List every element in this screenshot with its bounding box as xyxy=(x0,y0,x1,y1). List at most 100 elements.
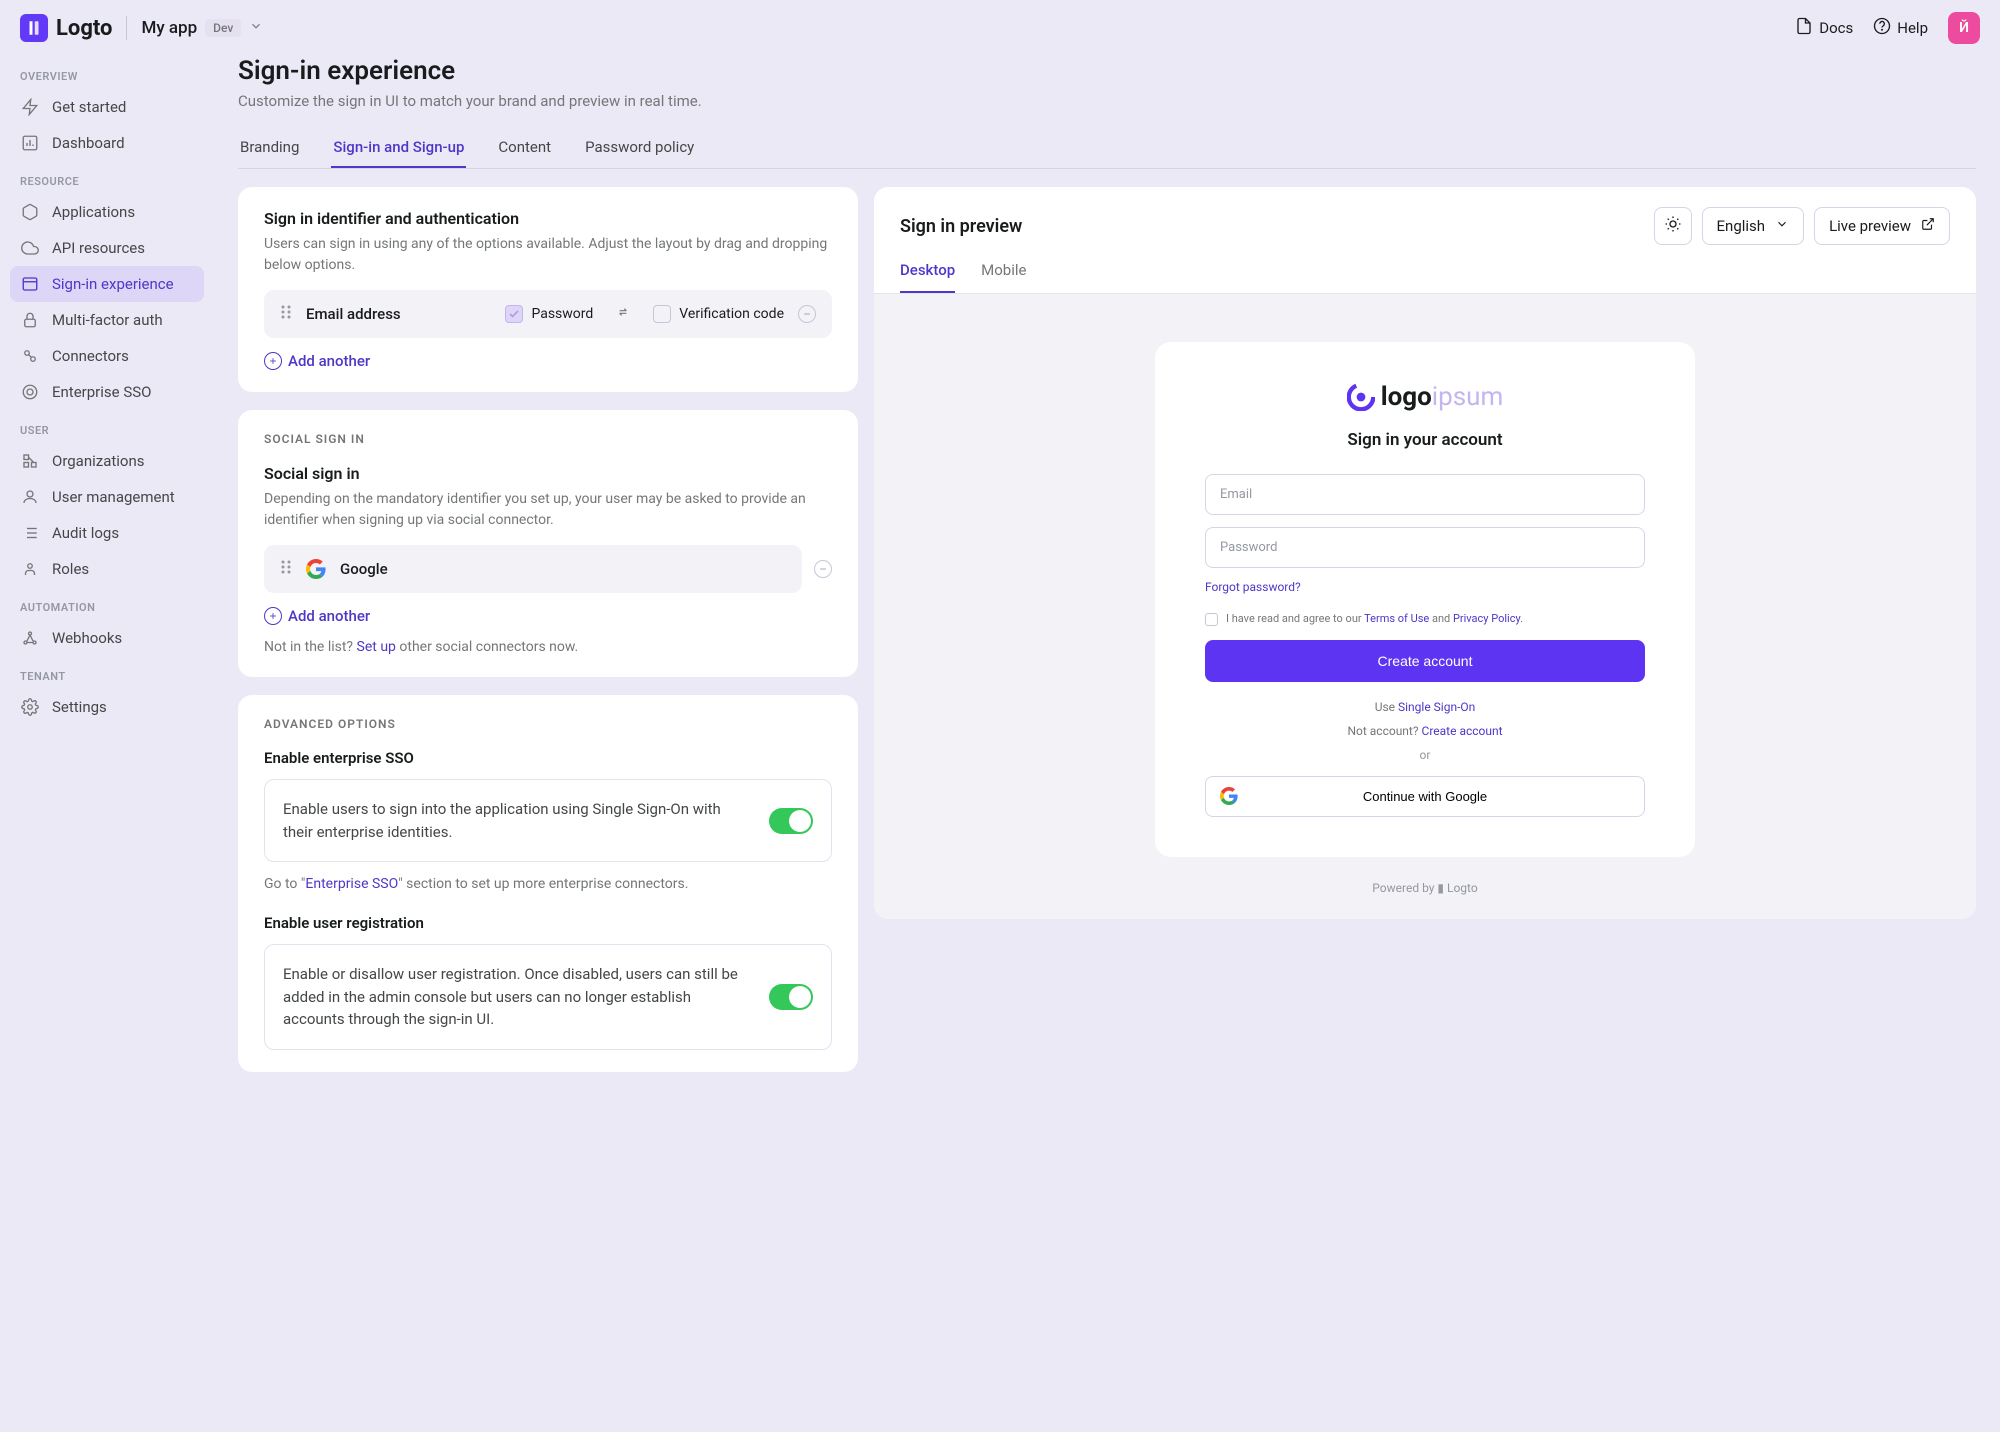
sidebar-item-label: Connectors xyxy=(52,347,129,365)
page-tabs: Branding Sign-in and Sign-up Content Pas… xyxy=(238,128,1976,169)
sidebar-item-label: Applications xyxy=(52,203,135,221)
preview-logo-icon xyxy=(1347,383,1375,411)
or-divider: or xyxy=(1205,748,1645,762)
no-account-text: Not account? Create account xyxy=(1205,724,1645,738)
live-preview-label: Live preview xyxy=(1829,217,1911,235)
drag-handle-icon[interactable] xyxy=(280,559,292,579)
registration-description: Enable or disallow user registration. On… xyxy=(283,963,751,1031)
preview-forgot-link[interactable]: Forgot password? xyxy=(1205,580,1645,594)
sidebar-section-resource: RESOURCE xyxy=(10,161,204,194)
sidebar-item-label: Settings xyxy=(52,698,107,716)
avatar[interactable]: Й xyxy=(1948,12,1980,44)
add-another-social[interactable]: Add another xyxy=(264,607,832,625)
use-sso-text: Use Single Sign-On xyxy=(1205,700,1645,714)
google-icon xyxy=(1219,787,1239,807)
logo[interactable]: Logto xyxy=(20,14,112,42)
create-account-link[interactable]: Create account xyxy=(1422,724,1503,738)
sidebar-item-get-started[interactable]: Get started xyxy=(10,89,204,125)
theme-toggle-button[interactable] xyxy=(1654,207,1692,245)
sidebar-item-api-resources[interactable]: API resources xyxy=(10,230,204,266)
preview-tab-desktop[interactable]: Desktop xyxy=(900,261,955,293)
docs-label: Docs xyxy=(1819,19,1853,37)
preview-email-input[interactable]: Email xyxy=(1205,474,1645,515)
add-another-signin[interactable]: Add another xyxy=(264,352,832,370)
setup-link[interactable]: Set up xyxy=(357,639,396,655)
sso-link[interactable]: Single Sign-On xyxy=(1398,700,1475,714)
app-switcher[interactable]: My app Dev xyxy=(141,18,263,38)
preview-panel: Sign in preview English Li xyxy=(874,187,1976,919)
powered-brand-icon: ▮ xyxy=(1437,881,1444,895)
sidebar-item-settings[interactable]: Settings xyxy=(10,689,204,725)
sidebar-item-audit-logs[interactable]: Audit logs xyxy=(10,515,204,551)
preview-tab-mobile[interactable]: Mobile xyxy=(981,261,1026,293)
divider xyxy=(126,16,127,40)
sso-hint: Go to "Enterprise SSO" section to set up… xyxy=(264,876,832,892)
window-icon xyxy=(20,274,40,294)
preview-canvas: logoipsum Sign in your account Email Pas… xyxy=(874,294,1976,919)
gear-icon xyxy=(20,697,40,717)
sso-toggle[interactable] xyxy=(769,808,813,834)
docs-link[interactable]: Docs xyxy=(1795,17,1853,39)
sidebar-item-connectors[interactable]: Connectors xyxy=(10,338,204,374)
remove-icon[interactable] xyxy=(814,560,832,578)
social-signin-card: SOCIAL SIGN IN Social sign in Depending … xyxy=(238,410,858,677)
checkbox-checked-icon xyxy=(505,305,523,323)
sidebar-item-roles[interactable]: Roles xyxy=(10,551,204,587)
tab-signin-signup[interactable]: Sign-in and Sign-up xyxy=(331,128,466,168)
sidebar-item-webhooks[interactable]: Webhooks xyxy=(10,620,204,656)
social-hint: Not in the list? Set up other social con… xyxy=(264,639,832,655)
remove-icon[interactable] xyxy=(798,305,816,323)
checkbox-unchecked-icon xyxy=(653,305,671,323)
language-label: English xyxy=(1717,217,1766,235)
sidebar-item-label: Dashboard xyxy=(52,134,125,152)
help-link[interactable]: Help xyxy=(1873,17,1928,39)
preview-heading: Sign in your account xyxy=(1205,430,1645,450)
sidebar-section-automation: AUTOMATION xyxy=(10,587,204,620)
sidebar-item-mfa[interactable]: Multi-factor auth xyxy=(10,302,204,338)
lightning-icon xyxy=(20,97,40,117)
drag-handle-icon[interactable] xyxy=(280,304,292,324)
sidebar-item-label: Roles xyxy=(52,560,89,578)
page-subtitle: Customize the sign in UI to match your b… xyxy=(238,92,1976,110)
chevron-down-icon xyxy=(1775,217,1789,235)
sidebar-item-label: Organizations xyxy=(52,452,145,470)
tab-branding[interactable]: Branding xyxy=(238,128,301,168)
sidebar-item-dashboard[interactable]: Dashboard xyxy=(10,125,204,161)
preview-tabs: Desktop Mobile xyxy=(874,245,1976,294)
lock-icon xyxy=(20,310,40,330)
enterprise-sso-link[interactable]: Enterprise SSO xyxy=(305,876,398,892)
shield-icon xyxy=(20,382,40,402)
password-checkbox-group[interactable]: Password xyxy=(505,305,593,323)
signin-identifier-card: Sign in identifier and authentication Us… xyxy=(238,187,858,392)
password-label: Password xyxy=(531,306,593,322)
card-description: Users can sign in using any of the optio… xyxy=(264,234,832,276)
tab-password-policy[interactable]: Password policy xyxy=(583,128,696,168)
add-another-label: Add another xyxy=(288,352,370,370)
preview-terms: I have read and agree to our Terms of Us… xyxy=(1205,612,1645,626)
preview-logo: logoipsum xyxy=(1205,382,1645,412)
card-title: Sign in identifier and authentication xyxy=(264,209,832,228)
continue-google-button[interactable]: Continue with Google xyxy=(1205,776,1645,817)
sidebar-item-user-management[interactable]: User management xyxy=(10,479,204,515)
preview-password-input[interactable]: Password xyxy=(1205,527,1645,568)
sidebar-item-signin-experience[interactable]: Sign-in experience xyxy=(10,266,204,302)
section-label: SOCIAL SIGN IN xyxy=(264,432,832,446)
registration-title: Enable user registration xyxy=(264,914,832,932)
org-icon xyxy=(20,451,40,471)
create-account-button[interactable]: Create account xyxy=(1205,640,1645,682)
sidebar-item-organizations[interactable]: Organizations xyxy=(10,443,204,479)
tab-content[interactable]: Content xyxy=(496,128,553,168)
swap-icon[interactable] xyxy=(613,304,633,324)
live-preview-button[interactable]: Live preview xyxy=(1814,207,1950,245)
connectors-icon xyxy=(20,346,40,366)
verification-checkbox-group[interactable]: Verification code xyxy=(653,305,784,323)
help-icon xyxy=(1873,17,1891,39)
sidebar-item-enterprise-sso[interactable]: Enterprise SSO xyxy=(10,374,204,410)
language-select[interactable]: English xyxy=(1702,207,1805,245)
user-icon xyxy=(20,487,40,507)
privacy-policy-link[interactable]: Privacy Policy xyxy=(1453,612,1520,625)
registration-toggle[interactable] xyxy=(769,984,813,1010)
terms-of-use-link[interactable]: Terms of Use xyxy=(1364,612,1429,625)
terms-checkbox[interactable] xyxy=(1205,613,1218,626)
sidebar-item-applications[interactable]: Applications xyxy=(10,194,204,230)
